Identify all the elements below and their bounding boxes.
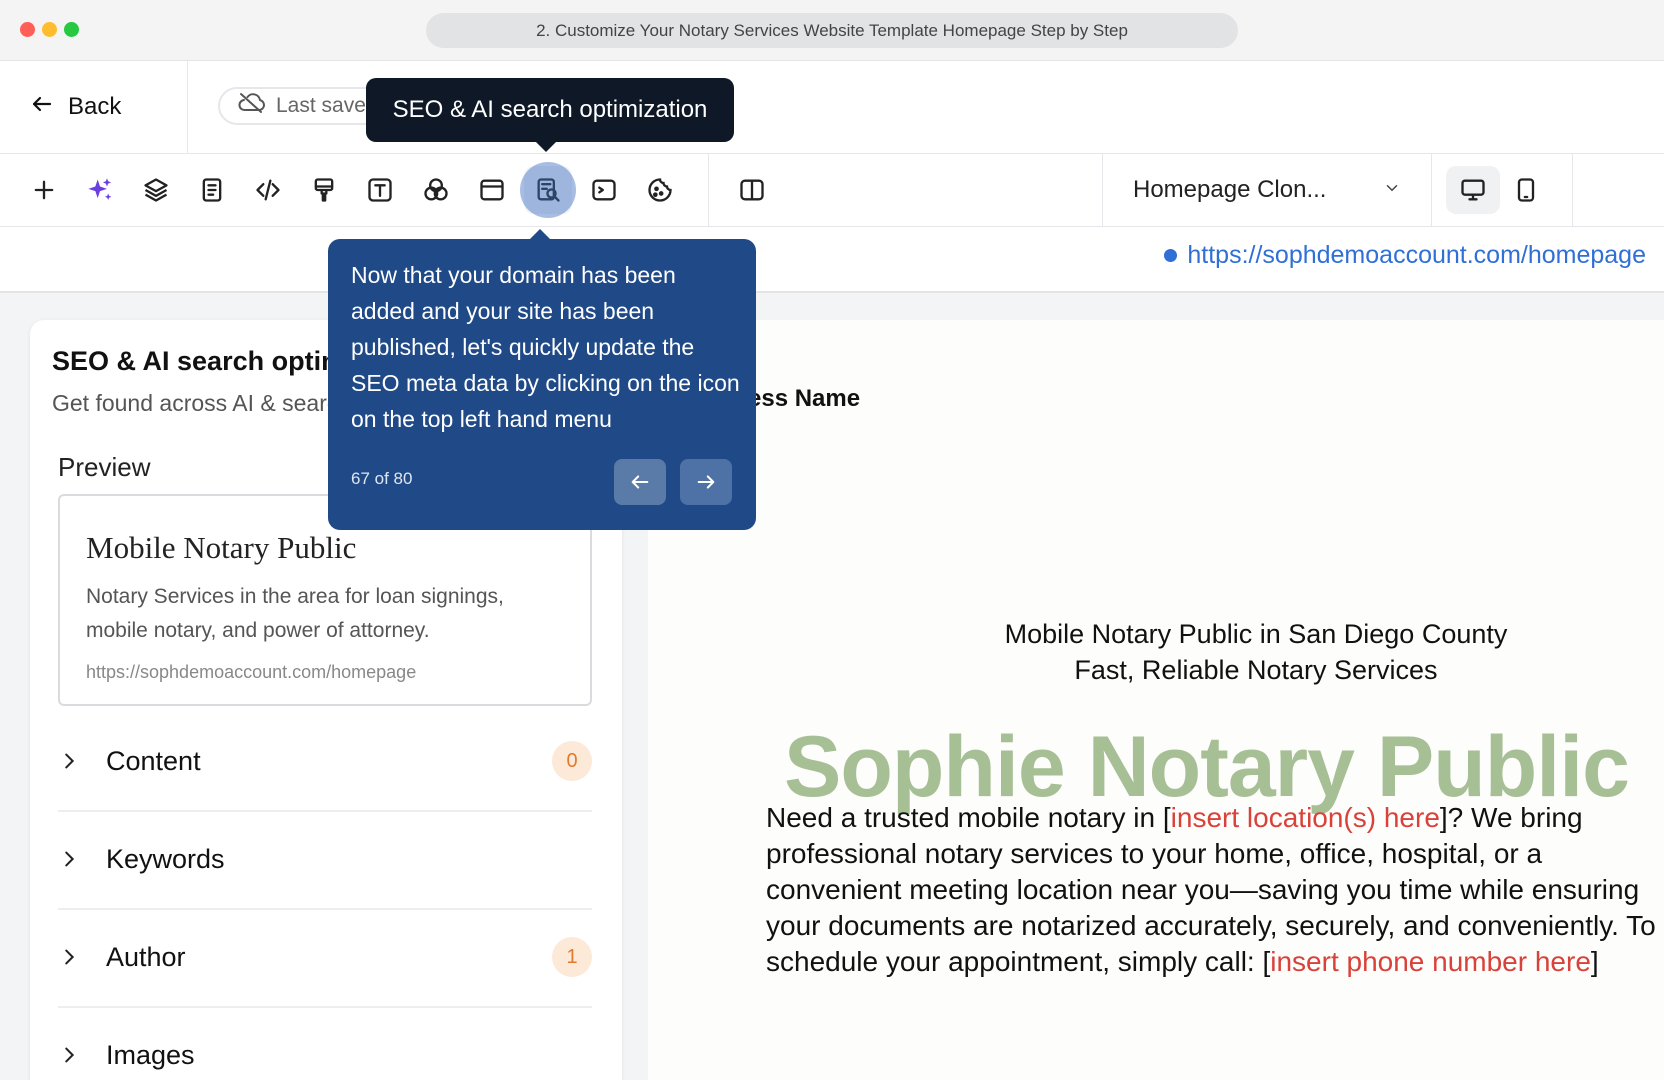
split-view-icon[interactable] [728, 166, 776, 214]
status-dot [1164, 249, 1178, 262]
hero-heading[interactable]: Mobile Notary Public in San Diego County… [856, 616, 1656, 688]
para-text: Need a trusted mobile notary in [ [766, 802, 1171, 833]
last-saved-label: Last saved [276, 94, 378, 117]
accordion-images[interactable]: Images [58, 1006, 592, 1080]
terminal-icon[interactable] [580, 166, 628, 214]
accordion-keywords[interactable]: Keywords [58, 810, 592, 910]
chevron-right-icon [58, 848, 98, 870]
preview-url: https://sophdemoaccount.com/homepage [86, 662, 417, 682]
previous-step-button[interactable] [614, 459, 666, 505]
issue-count-badge: 1 [552, 937, 592, 977]
back-label: Back [68, 93, 122, 120]
divider [708, 154, 709, 226]
page-selector-value: Homepage Clon... [1133, 176, 1327, 203]
page-selector[interactable]: Homepage Clon... [1102, 154, 1432, 226]
title-bar: 2. Customize Your Notary Services Websit… [0, 0, 1664, 61]
maximize-window-button[interactable] [64, 22, 79, 37]
code-icon[interactable] [244, 166, 292, 214]
placeholder-text: insert location(s) here [1170, 802, 1440, 833]
page-icon[interactable] [188, 166, 236, 214]
chevron-right-icon [58, 1044, 98, 1066]
issue-count-badge: 0 [552, 741, 592, 781]
placeholder-text: insert phone number here [1270, 946, 1591, 977]
editor-toolbar: Homepage Clon... [0, 154, 1664, 227]
colors-icon[interactable] [412, 166, 460, 214]
guide-text: Now that your domain has been added and … [351, 262, 740, 432]
mobile-view-icon[interactable] [1502, 166, 1550, 214]
minimize-window-button[interactable] [42, 22, 57, 37]
accordion-label: Author [106, 941, 186, 972]
accordion-label: Images [106, 1039, 195, 1070]
editor-header: Back Last saved [0, 61, 1664, 154]
accordion-label: Content [106, 745, 201, 776]
cloud-off-icon [238, 91, 266, 121]
preview-label: Preview [58, 452, 151, 482]
preview-description: Notary Services in the area for loan sig… [86, 585, 504, 642]
site-url-link[interactable]: https://sophdemoaccount.com/homepage [1164, 241, 1646, 270]
ai-sparkle-icon[interactable] [76, 166, 124, 214]
para-text: ] [1590, 946, 1599, 977]
desktop-view-icon[interactable] [1446, 166, 1500, 214]
hero-heading-line1: Mobile Notary Public in San Diego County [1004, 619, 1508, 649]
chevron-down-icon [1383, 176, 1401, 204]
brush-icon[interactable] [300, 166, 348, 214]
guide-popover: Now that your domain has been added and … [328, 229, 756, 530]
layout-icon[interactable] [468, 166, 516, 214]
hero-paragraph[interactable]: Need a trusted mobile notary in [insert … [766, 800, 1656, 980]
next-step-button[interactable] [680, 459, 732, 505]
plus-icon[interactable] [20, 166, 68, 214]
hero-heading-line2: Fast, Reliable Notary Services [1074, 655, 1438, 685]
window-title: 2. Customize Your Notary Services Websit… [426, 13, 1238, 48]
accordion-content[interactable]: Content 0 [58, 712, 592, 812]
preview-title: Mobile Notary Public [86, 530, 357, 565]
arrow-right-icon [697, 475, 715, 489]
arrow-left-icon [30, 92, 54, 123]
cookie-icon[interactable] [636, 166, 684, 214]
app-window: 2. Customize Your Notary Services Websit… [0, 0, 1664, 1080]
business-name-text[interactable]: ess Name [748, 385, 860, 413]
page-canvas: ess Name Mobile Notary Public in San Die… [648, 320, 1664, 1080]
chevron-right-icon [58, 946, 98, 968]
accordion-label: Keywords [106, 843, 225, 874]
arrow-left-icon [631, 475, 649, 489]
chevron-right-icon [58, 750, 98, 772]
layers-icon[interactable] [132, 166, 180, 214]
site-url: https://sophdemoaccount.com/homepage [1187, 241, 1646, 269]
divider [1572, 154, 1573, 226]
tooltip: SEO & AI search optimization [366, 78, 734, 152]
highlight-ring [520, 162, 576, 218]
back-button[interactable]: Back [30, 61, 121, 153]
close-window-button[interactable] [20, 22, 35, 37]
step-counter: 67 of 80 [351, 469, 413, 488]
divider [187, 61, 188, 153]
text-icon[interactable] [356, 166, 404, 214]
url-bar: https://sophdemoaccount.com/homepage [0, 227, 1664, 293]
accordion-author[interactable]: Author 1 [58, 908, 592, 1008]
